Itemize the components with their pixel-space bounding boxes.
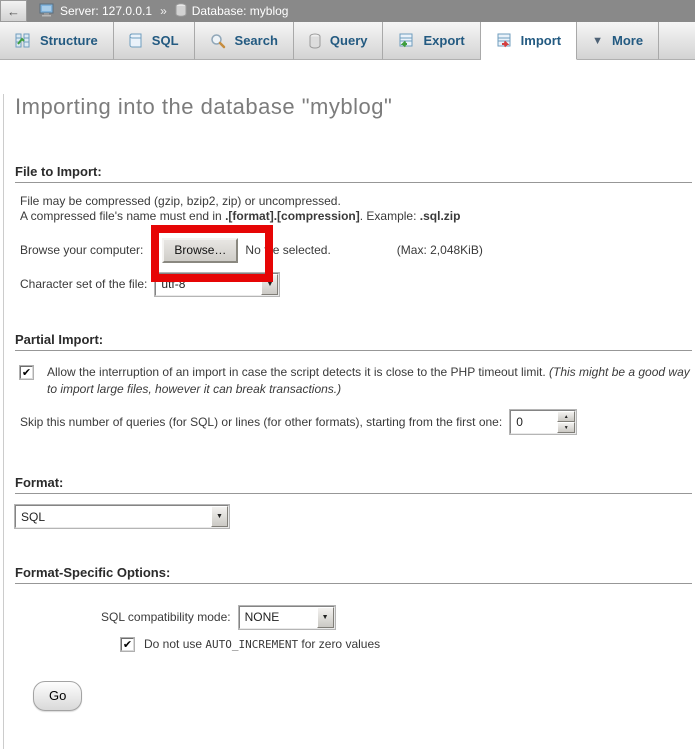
tab-structure[interactable]: Structure <box>0 22 114 60</box>
chevron-down-icon: ▼ <box>592 35 603 47</box>
browse-file-row: Browse your computer: Browse… No file se… <box>20 230 692 270</box>
skip-queries-input-wrap: ▲ ▼ <box>510 410 576 434</box>
sql-compatibility-label: SQL compatibility mode: <box>101 610 231 624</box>
tab-bar: Structure SQL Search Query <box>0 22 695 60</box>
check-icon: ✔ <box>123 638 132 651</box>
sql-icon <box>129 33 143 49</box>
skip-queries-row: Skip this number of queries (for SQL) or… <box>20 410 692 434</box>
skip-queries-spinner: ▲ ▼ <box>557 411 575 433</box>
format-select[interactable]: SQL ▼ <box>15 505 229 528</box>
section-heading-file-to-import: File to Import: <box>15 164 692 183</box>
breadcrumb-separator: » <box>160 4 167 18</box>
database-icon <box>175 3 187 20</box>
tab-label: Query <box>330 33 368 48</box>
auto-increment-code: AUTO_INCREMENT <box>205 638 298 651</box>
tab-label: SQL <box>152 33 179 48</box>
tab-export[interactable]: Export <box>383 22 480 60</box>
sql-compatibility-selected-value: NONE <box>240 607 317 628</box>
search-icon <box>210 33 226 49</box>
tab-label: Import <box>521 33 561 48</box>
server-breadcrumb-bar: ← Server: 127.0.0.1 » Database: myblog <box>0 0 695 22</box>
allow-interruption-checkbox[interactable]: ✔ <box>20 366 33 379</box>
select-arrow-icon[interactable]: ▼ <box>317 607 334 628</box>
query-icon <box>309 33 321 49</box>
tab-label: Search <box>235 33 278 48</box>
spinner-up-button[interactable]: ▲ <box>557 411 575 422</box>
auto-increment-label: Do not use AUTO_INCREMENT for zero value… <box>144 637 380 651</box>
sqlzip-example: .sql.zip <box>420 209 461 223</box>
tabbar-filler <box>659 22 695 60</box>
spinner-down-button[interactable]: ▼ <box>557 422 575 433</box>
tab-search[interactable]: Search <box>195 22 294 60</box>
section-heading-format-specific-options: Format-Specific Options: <box>15 565 692 584</box>
tab-import[interactable]: Import <box>481 22 577 60</box>
import-icon <box>496 33 512 49</box>
file-import-description: File may be compressed (gzip, bzip2, zip… <box>20 194 692 224</box>
filename-info: A compressed file's name must end in .[f… <box>20 209 692 224</box>
page-title: Importing into the database "myblog" <box>15 94 692 120</box>
go-button[interactable]: Go <box>33 681 82 711</box>
structure-icon <box>15 33 31 49</box>
browse-label: Browse your computer: <box>20 243 143 257</box>
section-heading-format: Format: <box>15 475 692 494</box>
tab-label: Export <box>423 33 464 48</box>
check-icon: ✔ <box>22 366 31 379</box>
allow-interruption-row: ✔ Allow the interruption of an import in… <box>20 364 692 398</box>
auto-increment-row: ✔ Do not use AUTO_INCREMENT for zero val… <box>121 637 692 651</box>
charset-label: Character set of the file: <box>20 277 147 291</box>
allow-interruption-label: Allow the interruption of an import in c… <box>47 364 692 398</box>
breadcrumb-database[interactable]: Database: myblog <box>192 4 289 18</box>
select-arrow-icon[interactable]: ▼ <box>211 506 228 527</box>
charset-row: Character set of the file: utf-8 ▼ <box>20 272 692 296</box>
sql-compatibility-select[interactable]: NONE ▼ <box>239 606 335 629</box>
breadcrumb: Server: 127.0.0.1 » Database: myblog <box>39 3 288 20</box>
section-heading-partial-import: Partial Import: <box>15 332 692 351</box>
back-arrow-icon: ← <box>7 4 20 19</box>
tab-sql[interactable]: SQL <box>114 22 195 60</box>
charset-selected-value: utf-8 <box>156 274 261 295</box>
select-arrow-icon[interactable]: ▼ <box>261 274 278 295</box>
tab-label: Structure <box>40 33 98 48</box>
skip-queries-input[interactable] <box>511 411 557 433</box>
max-size-text: (Max: 2,048KiB) <box>397 243 483 257</box>
auto-increment-checkbox[interactable]: ✔ <box>121 638 134 651</box>
tab-label: More <box>612 33 643 48</box>
back-button[interactable]: ← <box>0 0 27 22</box>
format-compression-example: .[format].[compression] <box>225 209 360 223</box>
tab-more[interactable]: ▼ More <box>577 22 659 60</box>
format-selected-value: SQL <box>16 506 211 527</box>
server-icon <box>39 3 55 20</box>
import-page: Importing into the database "myblog" Fil… <box>3 94 695 749</box>
browse-button[interactable]: Browse… <box>162 238 238 263</box>
sql-compatibility-row: SQL compatibility mode: NONE ▼ <box>101 605 692 629</box>
charset-select[interactable]: utf-8 ▼ <box>155 273 279 296</box>
no-file-selected-text: No file selected. <box>245 243 330 257</box>
tab-query[interactable]: Query <box>294 22 384 60</box>
export-icon <box>398 33 414 49</box>
breadcrumb-server[interactable]: Server: 127.0.0.1 <box>60 4 152 18</box>
skip-queries-label: Skip this number of queries (for SQL) or… <box>20 415 502 429</box>
compression-info: File may be compressed (gzip, bzip2, zip… <box>20 194 692 209</box>
